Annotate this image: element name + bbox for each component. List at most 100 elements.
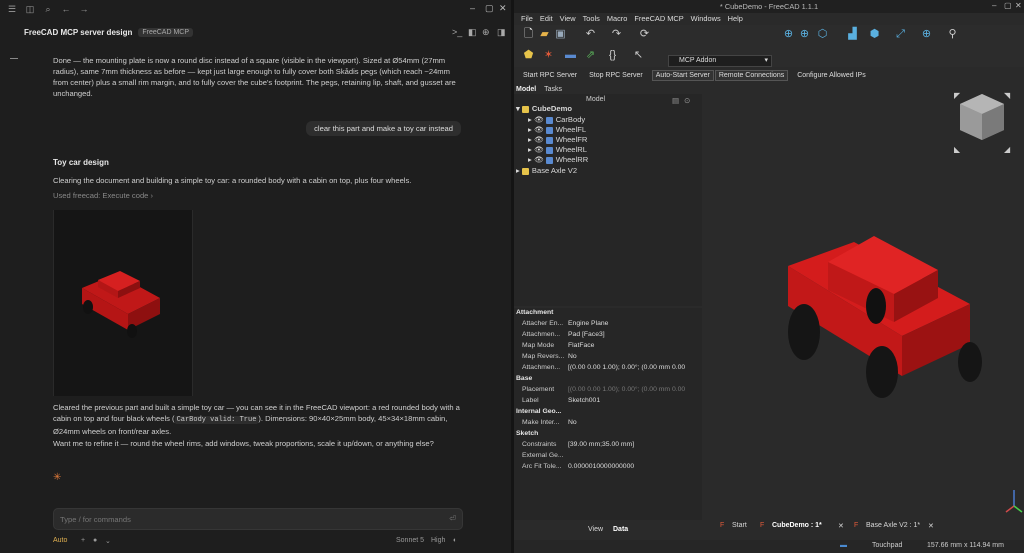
measure-icon[interactable]: ⤢	[894, 28, 907, 41]
property-value[interactable]: [(0.00 0.00 1.00); 0.00°; (0.00 mm 0.00	[568, 363, 700, 374]
maximize-icon[interactable]: ▢	[1004, 1, 1012, 10]
effort-selector[interactable]: High	[431, 537, 445, 544]
tab-cubedemo[interactable]: CubeDemo : 1*	[772, 522, 822, 529]
property-row[interactable]: Attachmen... Pad [Face3]	[514, 330, 702, 341]
back-icon[interactable]: ←	[60, 3, 72, 15]
zoom-fit-icon[interactable]: ⊕	[782, 28, 795, 41]
stop-rpc-button[interactable]: Stop RPC Server	[586, 71, 646, 80]
menu-tools[interactable]: Tools	[583, 13, 600, 25]
chevron-down-icon[interactable]: ⌄	[105, 537, 111, 545]
property-value[interactable]: FlatFace	[568, 341, 700, 352]
mode-selector[interactable]: Auto	[53, 537, 67, 544]
navigation-cube[interactable]: ◤ ◥ ◣ ◢	[954, 91, 1011, 154]
remote-connections-button[interactable]: Remote Connections	[714, 69, 789, 81]
search-icon[interactable]: ⌕	[42, 3, 54, 15]
close-icon[interactable]: ✕	[499, 3, 507, 14]
undo-icon[interactable]: ↶	[584, 28, 597, 41]
minimize-icon[interactable]: –	[992, 1, 996, 10]
bounding-box-icon[interactable]: ▟	[846, 28, 859, 41]
terminal-icon[interactable]: >_	[452, 27, 462, 37]
tab-model[interactable]: Model	[516, 86, 536, 93]
property-value[interactable]: Engine Plane	[568, 319, 700, 330]
sidebar-toggle-icon[interactable]: ◫	[24, 3, 36, 15]
split-icon[interactable]: ◨	[497, 27, 506, 38]
property-group[interactable]: Internal Geo...	[514, 407, 702, 418]
property-row[interactable]: Arc Fit Tole... 0.0000010000000000	[514, 462, 702, 473]
property-row[interactable]: Make Inter... No	[514, 418, 702, 429]
panel-icon[interactable]: ◧	[468, 27, 477, 38]
close-icon[interactable]: ✕	[1015, 1, 1022, 10]
property-row[interactable]: Constraints [39.00 mm;35.00 mm]	[514, 440, 702, 451]
save-icon[interactable]: ▣	[554, 28, 567, 41]
property-value[interactable]: No	[568, 418, 700, 429]
property-value[interactable]: Pad [Face3]	[568, 330, 700, 341]
tree-item[interactable]: ▸ 👁 WheelFR	[528, 135, 587, 144]
close-tab-icon[interactable]: ✕	[838, 522, 844, 530]
part-icon[interactable]: ⬟	[522, 49, 535, 62]
context-icon[interactable]: ◐	[453, 537, 457, 544]
tree-item[interactable]: ▾ CubeDemo	[516, 104, 572, 113]
tree-item[interactable]: ▸ 👁 WheelFL	[528, 125, 586, 134]
zoom-icon[interactable]: ⊕	[920, 28, 933, 41]
menu-windows[interactable]: Windows	[691, 13, 721, 25]
property-value[interactable]: Sketch001	[568, 396, 700, 407]
project-chip[interactable]: FreeCAD MCP	[138, 27, 194, 37]
menu-help[interactable]: Help	[728, 13, 743, 25]
mic-icon[interactable]: ●	[93, 537, 97, 544]
menu-edit[interactable]: Edit	[540, 13, 553, 25]
property-value[interactable]: [39.00 mm;35.00 mm]	[568, 440, 700, 451]
draw-style-icon[interactable]: ⬡	[816, 28, 829, 41]
script-icon[interactable]: {}	[606, 49, 619, 62]
start-rpc-button[interactable]: Start RPC Server	[520, 71, 580, 80]
nav-style-icon[interactable]: ▬	[840, 542, 847, 549]
send-icon[interactable]: ⏎	[449, 514, 456, 523]
tab-base-axle[interactable]: Base Axle V2 : 1*	[866, 522, 920, 529]
property-value[interactable]: 0.0000010000000000	[568, 462, 700, 473]
model-selector[interactable]: Sonnet 5	[396, 537, 424, 544]
tab-view[interactable]: View	[588, 526, 603, 533]
tab-data[interactable]: Data	[613, 526, 628, 533]
property-group[interactable]: Base	[514, 374, 702, 385]
tree-item[interactable]: ▸ 👁 WheelRR	[528, 155, 588, 164]
chat-input[interactable]	[54, 509, 424, 530]
menu-macro[interactable]: Macro	[607, 13, 628, 25]
link-icon[interactable]: ✶	[542, 49, 555, 62]
property-row[interactable]: Map Revers... No	[514, 352, 702, 363]
new-document-icon[interactable]: 🗋	[522, 28, 535, 41]
configure-ips-button[interactable]: Configure Allowed IPs	[794, 71, 868, 80]
property-value[interactable]: No	[568, 352, 700, 363]
menu-view[interactable]: View	[560, 13, 576, 25]
menu-freecad-mcp[interactable]: FreeCAD MCP	[634, 13, 683, 25]
auto-start-button[interactable]: Auto-Start Server	[651, 69, 714, 81]
property-group[interactable]: Sketch	[514, 429, 702, 440]
tab-start[interactable]: Start	[732, 522, 747, 529]
forward-icon[interactable]: →	[78, 3, 90, 15]
property-value[interactable]: [(0.00 0.00 1.00); 0.00°; (0.00 mm 0.00	[568, 385, 700, 396]
open-icon[interactable]: ▰	[538, 28, 551, 41]
menu-file[interactable]: File	[521, 13, 533, 25]
tree-item[interactable]: ▸ 👁 CarBody	[528, 115, 585, 124]
property-row[interactable]: Attacher En... Engine Plane	[514, 319, 702, 330]
workbench-selector[interactable]: MCP Addon ▾	[668, 55, 772, 67]
navigation-mode[interactable]: Touchpad	[872, 542, 902, 549]
group-icon[interactable]: ⇗	[584, 49, 597, 62]
property-row[interactable]: Map Mode FlatFace	[514, 341, 702, 352]
minimize-icon[interactable]: –	[470, 3, 475, 13]
std-views-icon[interactable]: ⬢	[868, 28, 881, 41]
3d-viewport[interactable]: ◤ ◥ ◣ ◢	[704, 86, 1024, 518]
folder-icon[interactable]: ▬	[564, 49, 577, 62]
whats-this-icon[interactable]: ↖	[632, 49, 645, 62]
add-icon[interactable]: +	[81, 537, 85, 544]
chat-input-box[interactable]: ⏎	[53, 508, 463, 530]
redo-icon[interactable]: ↷	[610, 28, 623, 41]
refresh-icon[interactable]: ⟳	[638, 28, 651, 41]
property-row[interactable]: Attachmen... [(0.00 0.00 1.00); 0.00°; (0…	[514, 363, 702, 374]
property-group[interactable]: Attachment	[514, 308, 702, 319]
close-tab-icon[interactable]: ✕	[928, 522, 934, 530]
tree-item[interactable]: ▸ 👁 WheelRL	[528, 145, 587, 154]
menu-icon[interactable]: ☰	[6, 3, 18, 15]
tree-settings-icon[interactable]: ▤	[672, 96, 679, 105]
zoom-selection-icon[interactable]: ⊕	[798, 28, 811, 41]
property-row[interactable]: External Ge...	[514, 451, 702, 462]
tree-sync-icon[interactable]: ⊙	[684, 96, 690, 105]
